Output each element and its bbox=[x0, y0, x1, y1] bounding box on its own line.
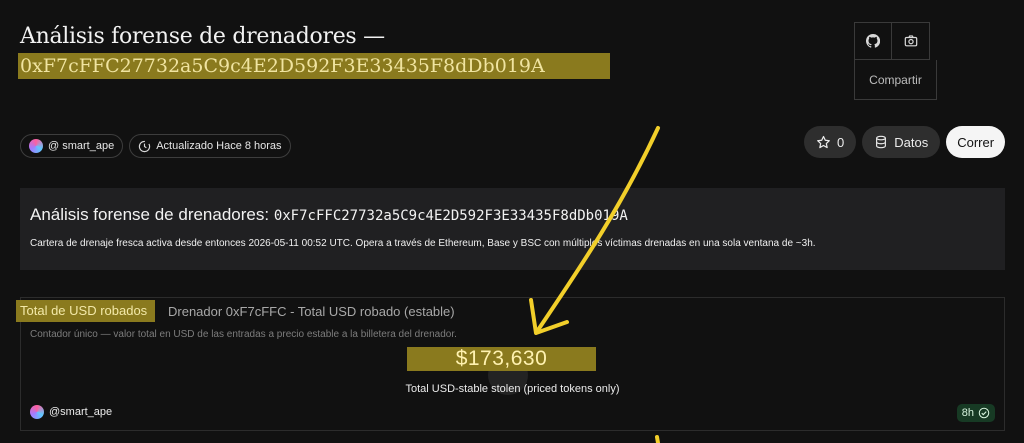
description-title: Análisis forense de drenadores: 0xF7cFFC… bbox=[30, 205, 628, 225]
star-count: 0 bbox=[837, 134, 845, 150]
clock-icon bbox=[139, 140, 151, 152]
updated-chip: Actualizado Hace 8 horas bbox=[129, 134, 291, 158]
description-card: Análisis forense de drenadores: 0xF7cFFC… bbox=[20, 188, 1005, 270]
avatar bbox=[30, 405, 44, 419]
meta-row: @ smart_ape Actualizado Hace 8 horas bbox=[20, 134, 291, 158]
counter-description: Contador único — valor total en USD de l… bbox=[30, 329, 457, 340]
counter-author[interactable]: @smart_ape bbox=[30, 405, 112, 419]
author-name: @ smart_ape bbox=[48, 140, 115, 152]
github-icon bbox=[866, 34, 880, 48]
updated-label: Actualizado Hace 8 horas bbox=[156, 140, 282, 152]
description-title-address: 0xF7cFFC27732a5C9c4E2D592F3E33435F8dDb01… bbox=[273, 208, 628, 224]
freshness-badge: 8h bbox=[956, 404, 995, 422]
camera-icon bbox=[904, 35, 917, 47]
data-label: Datos bbox=[894, 134, 929, 150]
avatar bbox=[29, 139, 43, 153]
run-button[interactable]: Correr bbox=[946, 126, 1006, 158]
star-button[interactable]: 0 bbox=[804, 126, 857, 158]
page-header: Análisis forense de drenadores — 0xF7cFF… bbox=[18, 24, 610, 79]
counter-subtitle: Total USD-stable stolen (priced tokens o… bbox=[405, 383, 620, 395]
github-button[interactable] bbox=[854, 22, 892, 60]
star-icon bbox=[817, 135, 830, 148]
description-title-text: Análisis forense de drenadores: bbox=[30, 205, 274, 224]
author-chip[interactable]: @ smart_ape bbox=[20, 134, 124, 158]
screenshot-button[interactable] bbox=[892, 22, 930, 60]
top-actions: Compartir bbox=[854, 22, 937, 100]
description-body: Cartera de drenaje fresca activa desde e… bbox=[30, 238, 816, 249]
share-button[interactable]: Compartir bbox=[854, 60, 937, 100]
check-circle-icon bbox=[978, 407, 990, 419]
freshness-label: 8h bbox=[961, 407, 974, 419]
counter-tag: Total de USD robados bbox=[16, 300, 156, 322]
counter-value: $173,630 bbox=[407, 347, 596, 371]
counter-title: Drenador 0xF7cFFC - Total USD robado (es… bbox=[168, 304, 455, 319]
database-icon bbox=[876, 135, 887, 149]
counter-author-name: @smart_ape bbox=[49, 406, 113, 418]
action-buttons: 0 Datos Correr bbox=[804, 126, 1006, 158]
wallet-address-highlight: 0xF7cFFC27732a5C9c4E2D592F3E33435F8dDb01… bbox=[18, 53, 610, 79]
counter-card: Total de USD robados Drenador 0xF7cFFC -… bbox=[16, 297, 1005, 431]
data-button[interactable]: Datos bbox=[862, 126, 941, 158]
page-title: Análisis forense de drenadores — bbox=[20, 24, 385, 49]
